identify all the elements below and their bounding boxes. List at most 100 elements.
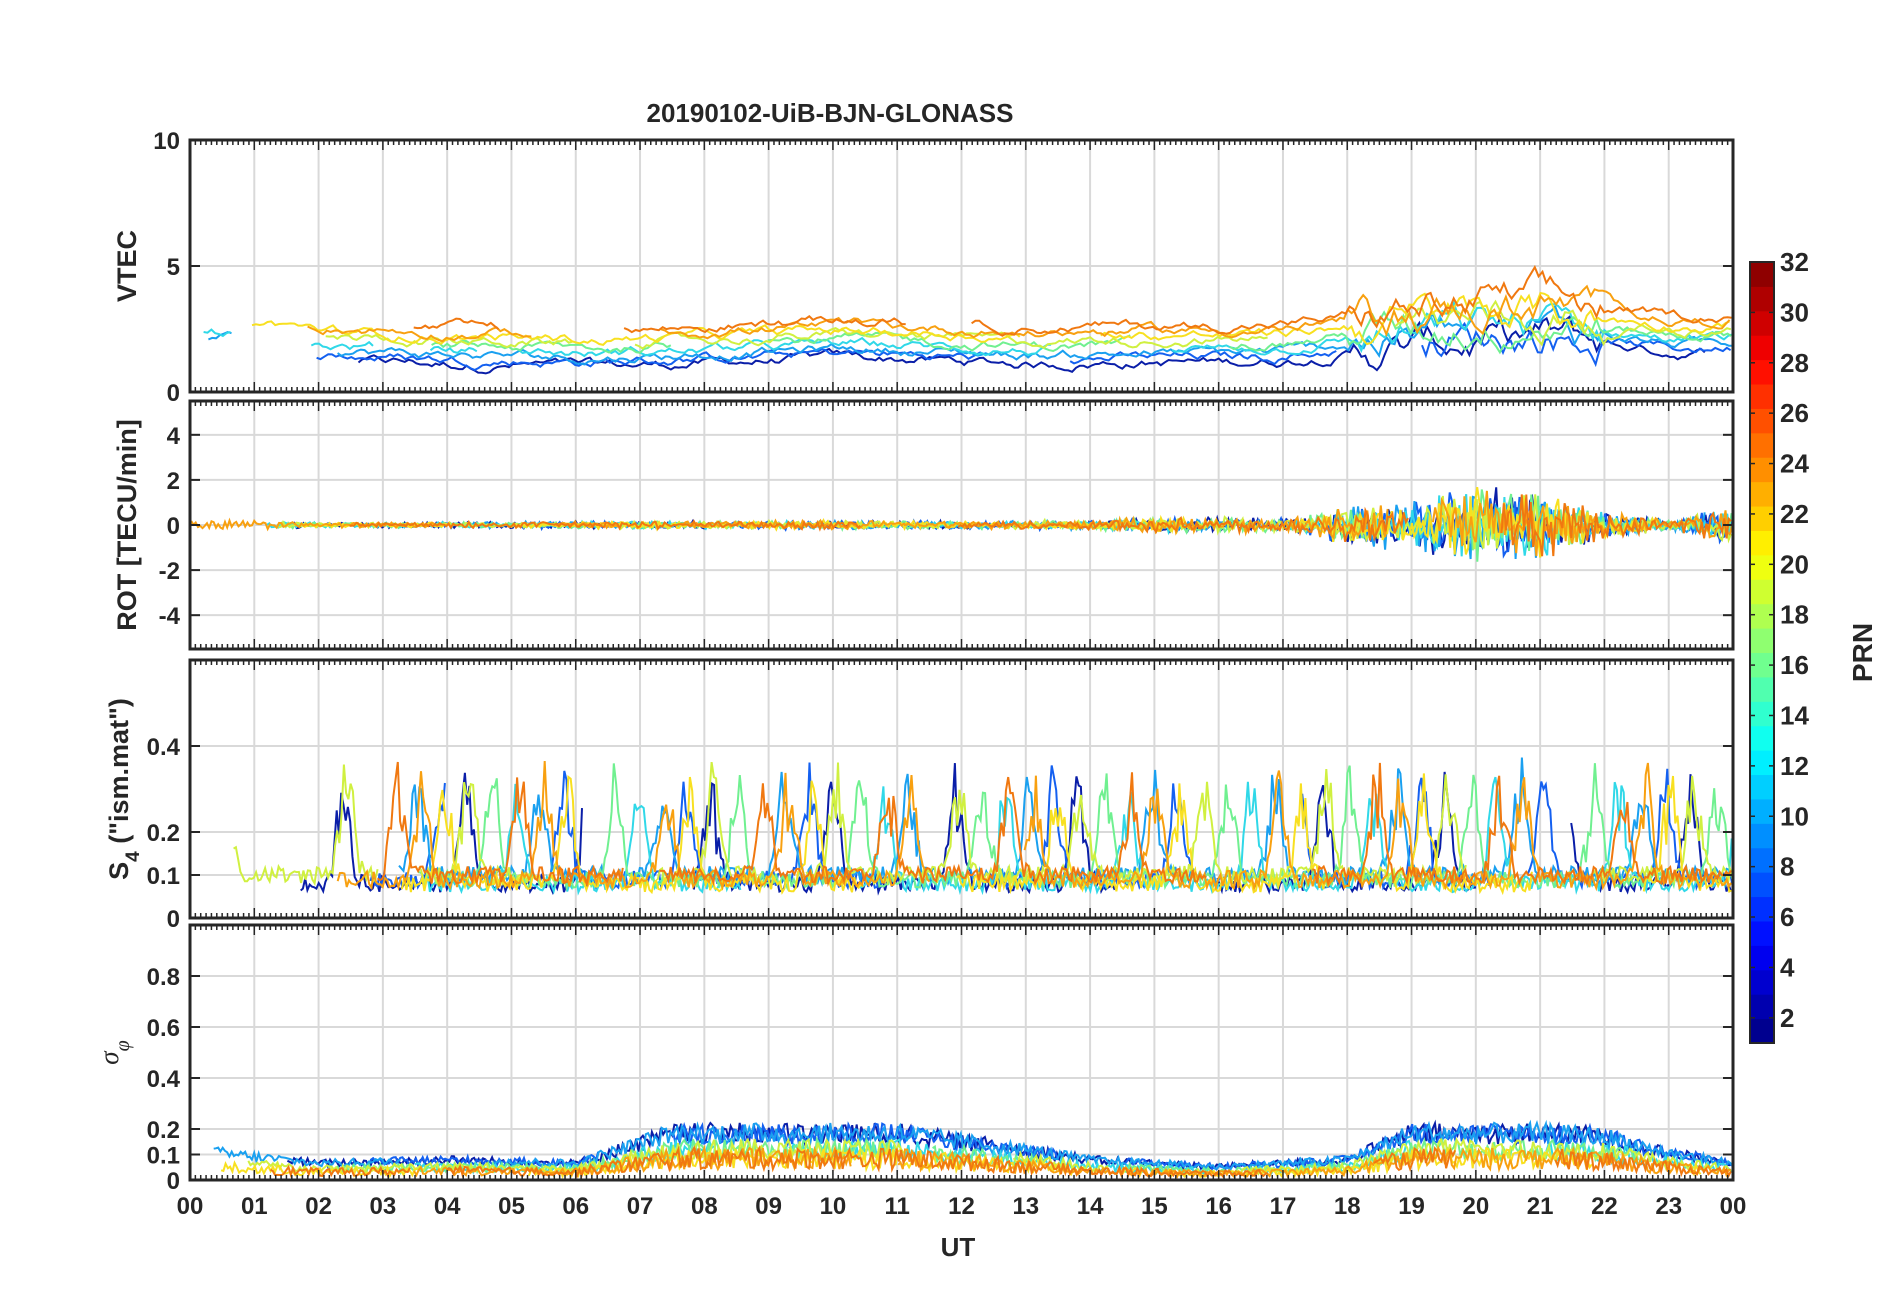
colorbar-tick-label: 26 <box>1780 398 1809 428</box>
y-tick-label: 0.1 <box>147 863 180 890</box>
colorbar-label: PRN <box>1847 623 1878 682</box>
x-tick-label: 19 <box>1398 1193 1425 1220</box>
y-tick-label: 0 <box>167 513 180 540</box>
y-tick-label: 0.1 <box>147 1143 180 1170</box>
colorbar-swatch <box>1750 335 1774 361</box>
colorbar-tick-label: 30 <box>1780 297 1809 327</box>
x-tick-label: 03 <box>370 1193 397 1220</box>
y-axis-label: ROT [TECU/min] <box>112 419 142 630</box>
y-tick-label: 0.8 <box>147 964 180 991</box>
x-tick-label: 15 <box>1141 1193 1168 1220</box>
colorbar-swatch <box>1750 554 1774 580</box>
x-tick-label: 21 <box>1527 1193 1554 1220</box>
colorbar-swatch <box>1750 1018 1774 1044</box>
panel-vtec: 0 5 10 VTEC <box>112 128 1735 407</box>
colorbar-tick-label: 14 <box>1780 700 1809 730</box>
colorbar-swatch <box>1750 506 1774 531</box>
y-tick-label: 0.6 <box>147 1015 180 1042</box>
panel-s4: 0 0.1 0.2 0.4S4 ("ism.mat") <box>104 658 1735 933</box>
x-tick-label: 01 <box>241 1193 268 1220</box>
colorbar-swatch <box>1750 408 1774 434</box>
colorbar-tick-label: 8 <box>1780 852 1794 882</box>
colorbar-swatch <box>1750 945 1774 971</box>
x-tick-label: 11 <box>885 1193 910 1220</box>
x-tick-label: 05 <box>498 1193 525 1220</box>
colorbar-swatch <box>1750 676 1774 702</box>
colorbar-swatch <box>1750 628 1774 653</box>
colorbar-swatch <box>1750 969 1774 995</box>
x-axis: 00 01 02 03 04 05 06 07 08 09 10 11 12 13 14 15 16 17 18 19… <box>177 1193 1747 1220</box>
colorbar-swatch <box>1750 872 1774 898</box>
y-tick-label: 5 <box>167 254 180 281</box>
y-tick-label: 0.4 <box>147 1066 181 1093</box>
chart-title: 20190102-UiB-BJN-GLONASS <box>646 98 1013 128</box>
panel-sigma_phi: 00.10.2 0.4 0.6 0.8 σφ <box>94 923 1735 1195</box>
colorbar-swatch <box>1750 457 1774 483</box>
x-tick-label: 22 <box>1591 1193 1618 1220</box>
x-tick-label: 04 <box>434 1193 461 1220</box>
colorbar-tick-label: 10 <box>1780 801 1809 831</box>
figure-canvas: 20190102-UiB-BJN-GLONASS 0510VTEC-4-2024… <box>94 98 1878 1262</box>
colorbar-tick-label: 28 <box>1780 348 1809 378</box>
y-tick-label: 0 <box>167 380 180 407</box>
y-tick-label: -2 <box>159 558 180 585</box>
colorbar-swatch <box>1750 920 1774 946</box>
colorbar-swatch <box>1750 798 1774 824</box>
colorbar-swatch <box>1750 750 1774 776</box>
panels-group: 0510VTEC-4-2024ROT [TECU/min]00.10.20.4S… <box>94 128 1735 1195</box>
colorbar-swatch <box>1750 262 1774 287</box>
colorbar-swatch <box>1750 701 1774 727</box>
prn-colorbar: 2468101214161820222426283032PRN <box>1749 247 1878 1044</box>
colorbar-swatch <box>1750 774 1774 800</box>
x-tick-label: 06 <box>562 1193 589 1220</box>
x-tick-label: 02 <box>305 1193 332 1220</box>
y-axis-label: σφ <box>94 1040 134 1064</box>
panel-rot: -4 -2 0 2 4 ROT [TECU/min] <box>112 399 1735 651</box>
colorbar-swatch <box>1750 384 1774 409</box>
colorbar-swatch <box>1750 310 1774 336</box>
colorbar-swatch <box>1750 481 1774 507</box>
colorbar-swatch <box>1750 847 1774 873</box>
x-tick-label: 14 <box>1077 1193 1104 1220</box>
x-tick-label: 16 <box>1205 1193 1232 1220</box>
colorbar-tick-label: 18 <box>1780 600 1809 630</box>
y-tick-label: 0.4 <box>147 734 181 761</box>
colorbar-swatch <box>1750 286 1774 312</box>
y-axis-label: VTEC <box>112 230 142 302</box>
colorbar-swatch <box>1750 823 1774 849</box>
y-axis-label: S4 ("ism.mat") <box>104 698 144 880</box>
y-tick-label: 10 <box>153 128 180 155</box>
colorbar-swatch <box>1750 725 1774 751</box>
y-tick-label: 0 <box>167 1168 180 1195</box>
x-tick-label: 08 <box>691 1193 718 1220</box>
colorbar-tick-label: 24 <box>1780 449 1809 479</box>
colorbar-swatch <box>1750 579 1774 605</box>
colorbar-tick-label: 22 <box>1780 499 1809 529</box>
x-tick-label: 23 <box>1655 1193 1682 1220</box>
x-tick-label: 12 <box>948 1193 975 1220</box>
y-tick-label: -4 <box>159 603 181 630</box>
y-tick-label: 0 <box>167 906 180 933</box>
x-tick-label: 07 <box>627 1193 654 1220</box>
colorbar-swatch <box>1750 994 1774 1020</box>
x-tick-label: 17 <box>1270 1193 1297 1220</box>
y-tick-label: 0.2 <box>147 1117 180 1144</box>
x-tick-label: 00 <box>1720 1193 1747 1220</box>
colorbar-tick-label: 12 <box>1780 751 1809 781</box>
colorbar-tick-label: 2 <box>1780 1003 1794 1033</box>
colorbar-tick-label: 32 <box>1780 247 1809 277</box>
y-tick-label: 0.2 <box>147 820 180 847</box>
colorbar-tick-label: 6 <box>1780 902 1794 932</box>
x-tick-label: 13 <box>1012 1193 1039 1220</box>
x-tick-label: 20 <box>1462 1193 1489 1220</box>
colorbar-tick-label: 4 <box>1780 952 1795 982</box>
x-tick-label: 09 <box>755 1193 782 1220</box>
colorbar-swatch <box>1750 603 1774 629</box>
colorbar-swatch <box>1750 530 1774 556</box>
colorbar-tick-label: 16 <box>1780 650 1809 680</box>
colorbar-swatch <box>1750 432 1774 458</box>
x-tick-label: 00 <box>177 1193 204 1220</box>
x-axis-label: UT <box>941 1232 976 1262</box>
y-tick-label: 4 <box>167 423 181 450</box>
x-tick-label: 18 <box>1334 1193 1361 1220</box>
